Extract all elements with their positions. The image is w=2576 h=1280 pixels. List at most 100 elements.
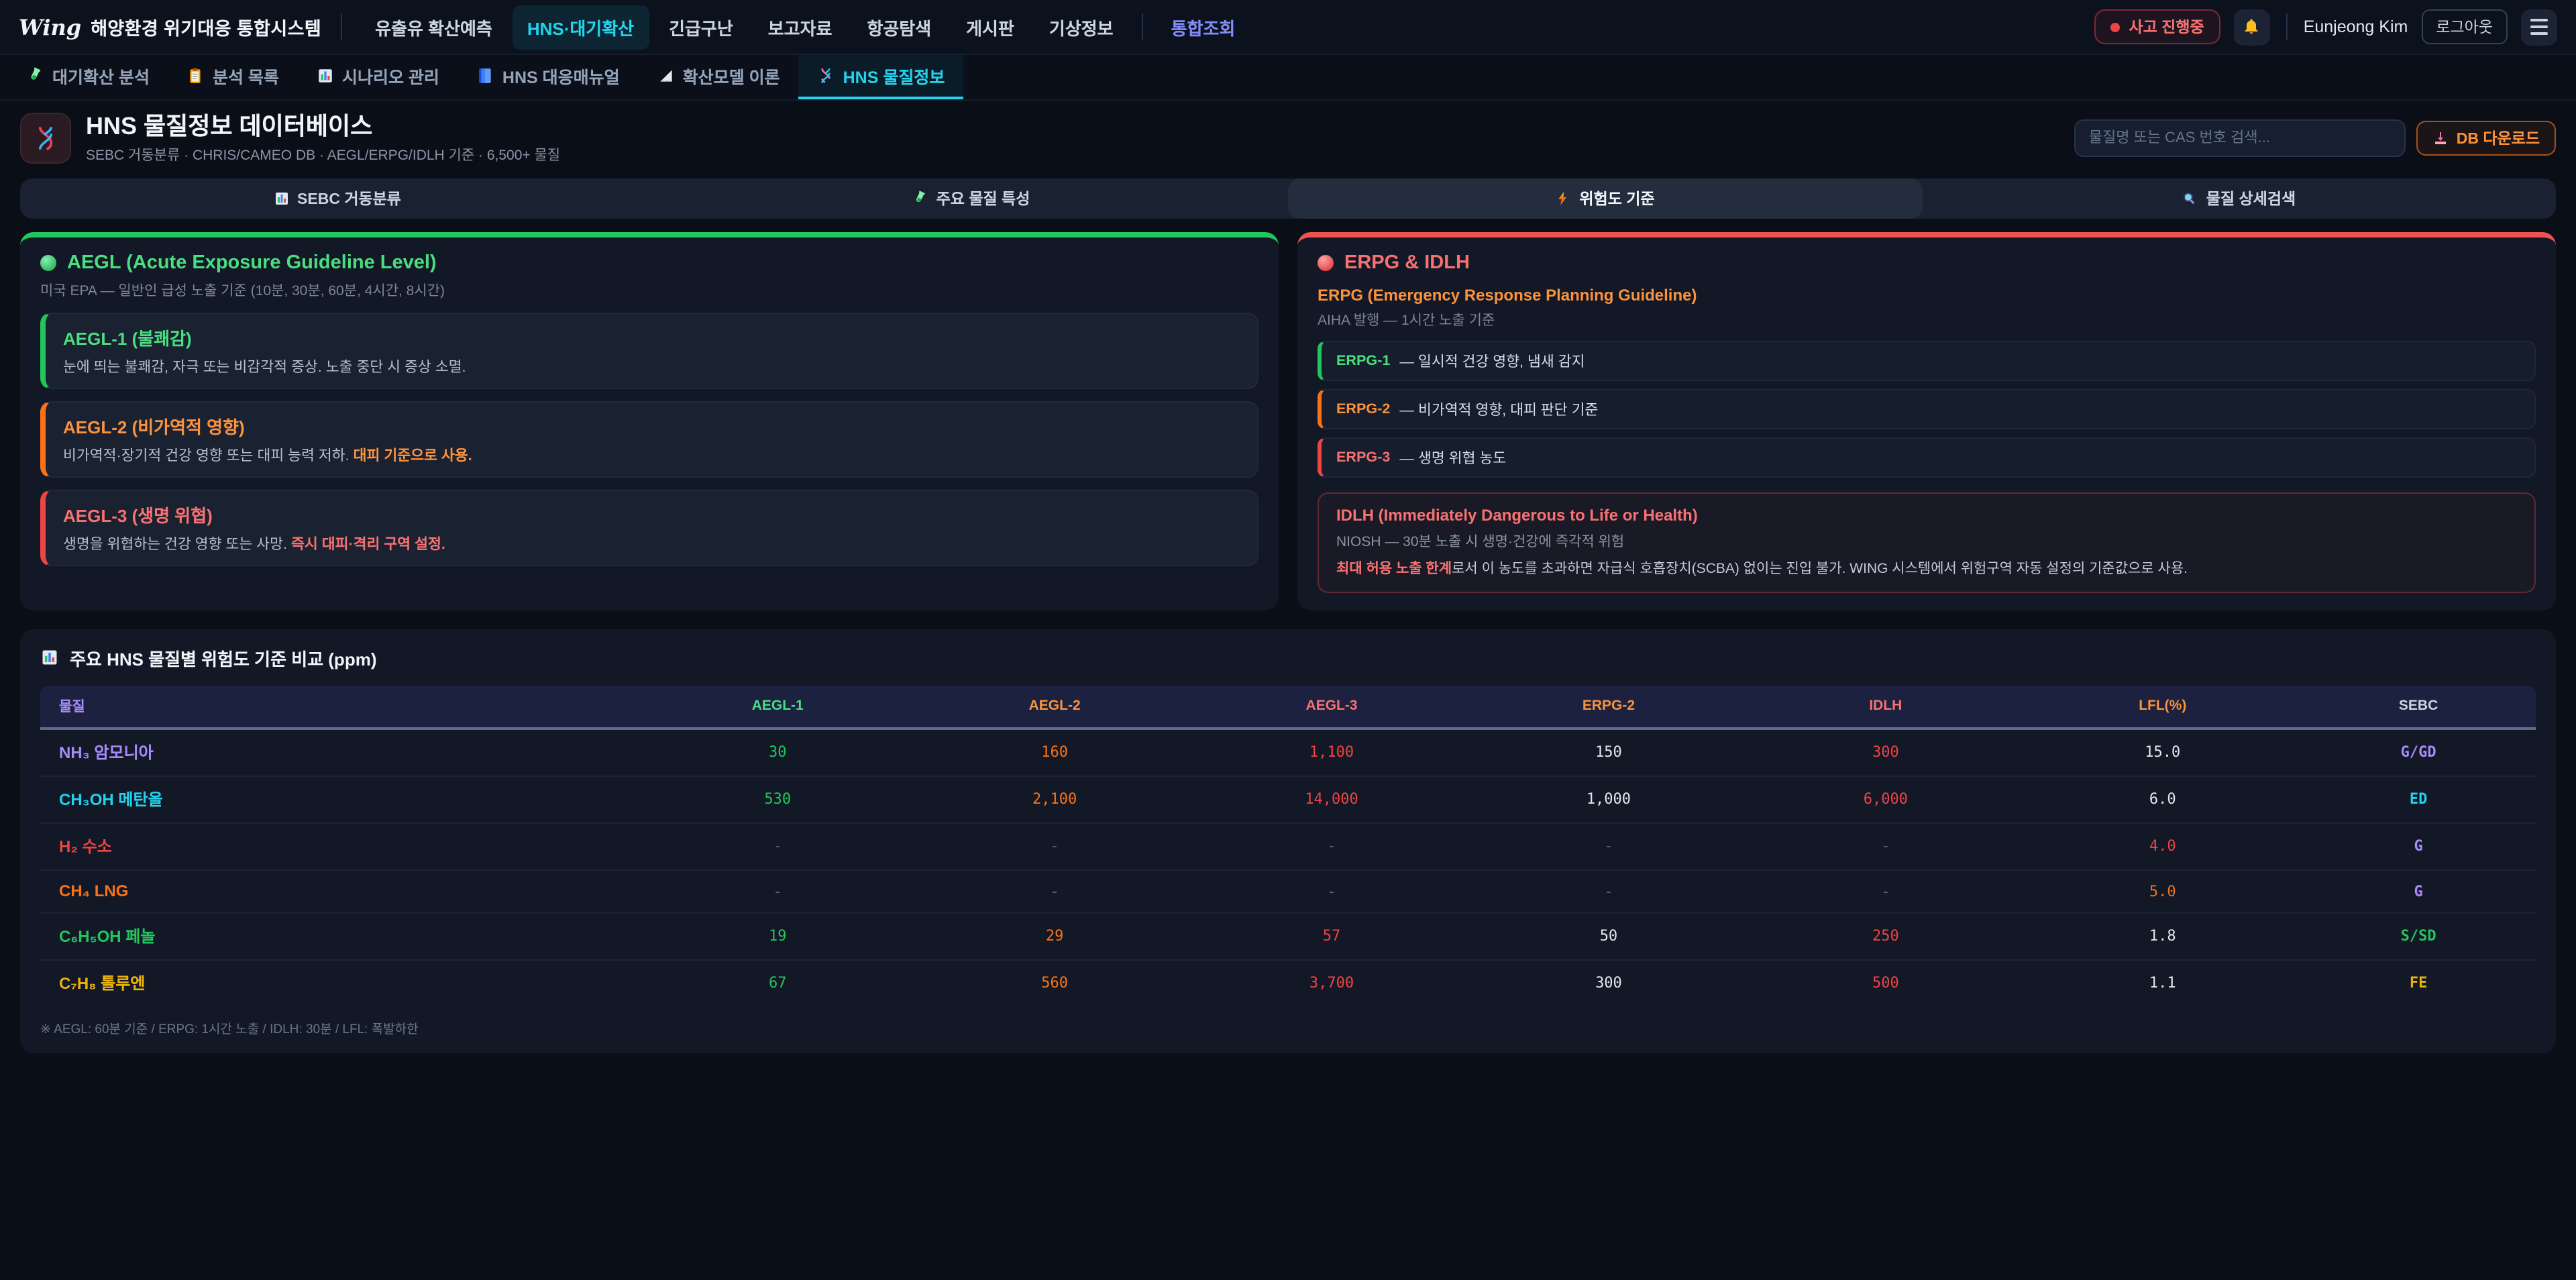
lfl-value: 6.0 bbox=[2024, 776, 2301, 823]
aegl-level2-label: AEGL-2 (비가역적 영향) bbox=[63, 413, 1240, 438]
subtab-label: 시나리오 관리 bbox=[342, 63, 439, 89]
page-title: HNS 물질정보 데이터베이스 bbox=[86, 113, 560, 140]
erpg-level1-text: — 일시적 건강 영향, 냄새 감지 bbox=[1399, 350, 1585, 371]
erpg-level1-item: ERPG-1 — 일시적 건강 영향, 냄새 감지 bbox=[1318, 340, 2536, 380]
aegl2-value: 560 bbox=[916, 960, 1193, 1006]
sebc-value: ED bbox=[2301, 776, 2536, 823]
substance-name: CH₃OH 메탄올 bbox=[40, 776, 639, 823]
aegl-panel-subtitle: 미국 EPA — 일반인 급성 노출 기준 (10분, 30분, 60분, 4시… bbox=[40, 280, 1258, 300]
test-tube-icon bbox=[27, 67, 44, 85]
aegl-panel: AEGL (Acute Exposure Guideline Level) 미국… bbox=[20, 231, 1279, 610]
nav-item-rescue[interactable]: 긴급구난 bbox=[654, 5, 748, 49]
bar-chart-icon bbox=[317, 67, 334, 85]
tab-sebc-classification[interactable]: SEBC 거동분류 bbox=[20, 178, 654, 218]
subtab-analysis-list[interactable]: 분석 목록 bbox=[168, 55, 298, 99]
sebc-value: G bbox=[2301, 823, 2536, 870]
aegl1-value: 530 bbox=[639, 776, 916, 823]
aegl1-value: - bbox=[639, 823, 916, 870]
idlh-value: - bbox=[1747, 823, 2024, 870]
page-header: HNS 물질정보 데이터베이스 SEBC 거동분류 · CHRIS/CAMEO … bbox=[0, 101, 2576, 175]
table-row-toluene[interactable]: C₇H₈ 톨루엔 67 560 3,700 300 500 1.1 FE bbox=[40, 960, 2536, 1006]
nav-item-hns-dispersion[interactable]: HNS·대기확산 bbox=[513, 5, 649, 49]
erpg2-value: 1,000 bbox=[1470, 776, 1748, 823]
table-row-lng[interactable]: CH₄ LNG - - - - - 5.0 G bbox=[40, 870, 2536, 913]
tab-substance-detail-search[interactable]: 물질 상세검색 bbox=[1922, 178, 2556, 218]
substance-name: H₂ 수소 bbox=[40, 823, 639, 870]
tab-substance-properties[interactable]: 주요 물질 특성 bbox=[654, 178, 1288, 218]
incident-dot-icon bbox=[2110, 22, 2119, 32]
erpg-level1-label: ERPG-1 bbox=[1336, 352, 1390, 368]
green-circle-icon bbox=[40, 254, 56, 270]
aegl-level3-item: AEGL-3 (생명 위협) 생명을 위협하는 건강 영향 또는 사망. 즉시 … bbox=[40, 489, 1258, 566]
table-row-phenol[interactable]: C₆H₅OH 페놀 19 29 57 50 250 1.8 S/SD bbox=[40, 913, 2536, 960]
erpg-subtitle: AIHA 발행 — 1시간 노출 기준 bbox=[1318, 309, 2536, 329]
notifications-button[interactable] bbox=[2234, 9, 2270, 45]
menu-button[interactable] bbox=[2521, 9, 2557, 45]
db-download-button[interactable]: DB 다운로드 bbox=[2416, 121, 2556, 156]
erpg-level3-text: — 생명 위협 농도 bbox=[1399, 446, 1506, 468]
substance-name: C₆H₅OH 페놀 bbox=[40, 913, 639, 960]
comparison-table-panel: 주요 HNS 물질별 위험도 기준 비교 (ppm) 물질 AEGL-1 AEG… bbox=[20, 629, 2556, 1053]
aegl3-value: 3,700 bbox=[1193, 960, 1470, 1006]
brand-logo[interactable]: Wing 해양환경 위기대응 통합시스템 bbox=[19, 13, 321, 40]
sebc-value: S/SD bbox=[2301, 913, 2536, 960]
subtab-hns-manual[interactable]: HNS 대응매뉴얼 bbox=[458, 55, 639, 99]
hamburger-icon bbox=[2530, 19, 2548, 35]
aegl-level1-desc: 눈에 띄는 불쾌감, 자극 또는 비감각적 증상. 노출 중단 시 증상 소멸. bbox=[63, 355, 1240, 376]
subtab-label: 분석 목록 bbox=[213, 63, 279, 89]
table-header-row: 물질 AEGL-1 AEGL-2 AEGL-3 ERPG-2 IDLH LFL(… bbox=[40, 686, 2536, 729]
aegl3-value: - bbox=[1193, 823, 1470, 870]
aegl1-value: 67 bbox=[639, 960, 916, 1006]
incident-status-badge[interactable]: 사고 진행중 bbox=[2094, 9, 2220, 44]
page-header-icon-wrap bbox=[20, 113, 71, 164]
hazard-comparison-table: 물질 AEGL-1 AEGL-2 AEGL-3 ERPG-2 IDLH LFL(… bbox=[40, 686, 2536, 1006]
tab-risk-criteria[interactable]: 위험도 기준 bbox=[1288, 178, 1922, 218]
lfl-value: 1.8 bbox=[2024, 913, 2301, 960]
main-menu: 유출유 확산예측 HNS·대기확산 긴급구난 보고자료 항공탐색 게시판 기상정… bbox=[360, 5, 1250, 49]
aegl-level3-label: AEGL-3 (생명 위협) bbox=[63, 501, 1240, 527]
tab-label: SEBC 거동분류 bbox=[297, 187, 401, 209]
idlh-value: - bbox=[1747, 870, 2024, 913]
aegl3-value: 1,100 bbox=[1193, 729, 1470, 776]
download-icon bbox=[2432, 131, 2449, 147]
table-footnote: ※ AEGL: 60분 기준 / ERPG: 1시간 노출 / IDLH: 30… bbox=[40, 1018, 2536, 1037]
subtab-model-theory[interactable]: 확산모델 이론 bbox=[639, 55, 799, 99]
page-header-actions: DB 다운로드 bbox=[2074, 120, 2556, 158]
erpg-idlh-panel: ERPG & IDLH ERPG (Emergency Response Pla… bbox=[1297, 231, 2556, 610]
idlh-value: 300 bbox=[1747, 729, 2024, 776]
book-icon bbox=[477, 67, 494, 85]
nav-item-weather[interactable]: 기상정보 bbox=[1034, 5, 1128, 49]
subtab-hns-substance-info[interactable]: HNS 물질정보 bbox=[799, 55, 964, 99]
erpg2-value: 300 bbox=[1470, 960, 1748, 1006]
page-header-text: HNS 물질정보 데이터베이스 SEBC 거동분류 · CHRIS/CAMEO … bbox=[86, 113, 560, 164]
table-row-ammonia[interactable]: NH₃ 암모니아 30 160 1,100 150 300 15.0 G/GD bbox=[40, 729, 2536, 776]
aegl-level1-item: AEGL-1 (불쾌감) 눈에 띄는 불쾌감, 자극 또는 비감각적 증상. 노… bbox=[40, 312, 1258, 388]
aegl-level3-desc: 생명을 위협하는 건강 영향 또는 사망. 즉시 대피·격리 구역 설정. bbox=[63, 532, 1240, 553]
lfl-value: 4.0 bbox=[2024, 823, 2301, 870]
table-row-methanol[interactable]: CH₃OH 메탄올 530 2,100 14,000 1,000 6,000 6… bbox=[40, 776, 2536, 823]
nav-item-aerial-search[interactable]: 항공탐색 bbox=[852, 5, 946, 49]
substance-search-input[interactable] bbox=[2074, 120, 2406, 158]
nav-item-integrated-search[interactable]: 통합조회 bbox=[1157, 5, 1250, 49]
subtab-label: HNS 물질정보 bbox=[843, 63, 945, 89]
db-download-label: DB 다운로드 bbox=[2457, 128, 2540, 150]
erpg-level2-text: — 비가역적 영향, 대피 판단 기준 bbox=[1399, 398, 1598, 419]
sebc-value: G bbox=[2301, 870, 2536, 913]
nav-item-board[interactable]: 게시판 bbox=[951, 5, 1029, 49]
bell-icon bbox=[2243, 17, 2261, 36]
table-row-hydrogen[interactable]: H₂ 수소 - - - - - 4.0 G bbox=[40, 823, 2536, 870]
logout-button[interactable]: 로그아웃 bbox=[2421, 9, 2508, 44]
erpg-level3-item: ERPG-3 — 생명 위협 농도 bbox=[1318, 437, 2536, 477]
tab-label: 주요 물질 특성 bbox=[936, 187, 1030, 209]
user-name: Eunjeong Kim bbox=[2304, 17, 2408, 36]
dna-icon bbox=[818, 67, 835, 85]
criteria-panels: AEGL (Acute Exposure Guideline Level) 미국… bbox=[20, 231, 2556, 610]
nav-item-oil-spill[interactable]: 유출유 확산예측 bbox=[360, 5, 507, 49]
aegl2-value: 2,100 bbox=[916, 776, 1193, 823]
col-header-idlh: IDLH bbox=[1747, 686, 2024, 729]
subtab-scenario-management[interactable]: 시나리오 관리 bbox=[298, 55, 458, 99]
aegl-title-text: AEGL (Acute Exposure Guideline Level) bbox=[67, 252, 437, 273]
tab-label: 물질 상세검색 bbox=[2206, 187, 2296, 209]
nav-item-reports[interactable]: 보고자료 bbox=[753, 5, 847, 49]
subtab-dispersion-analysis[interactable]: 대기확산 분석 bbox=[8, 55, 168, 99]
